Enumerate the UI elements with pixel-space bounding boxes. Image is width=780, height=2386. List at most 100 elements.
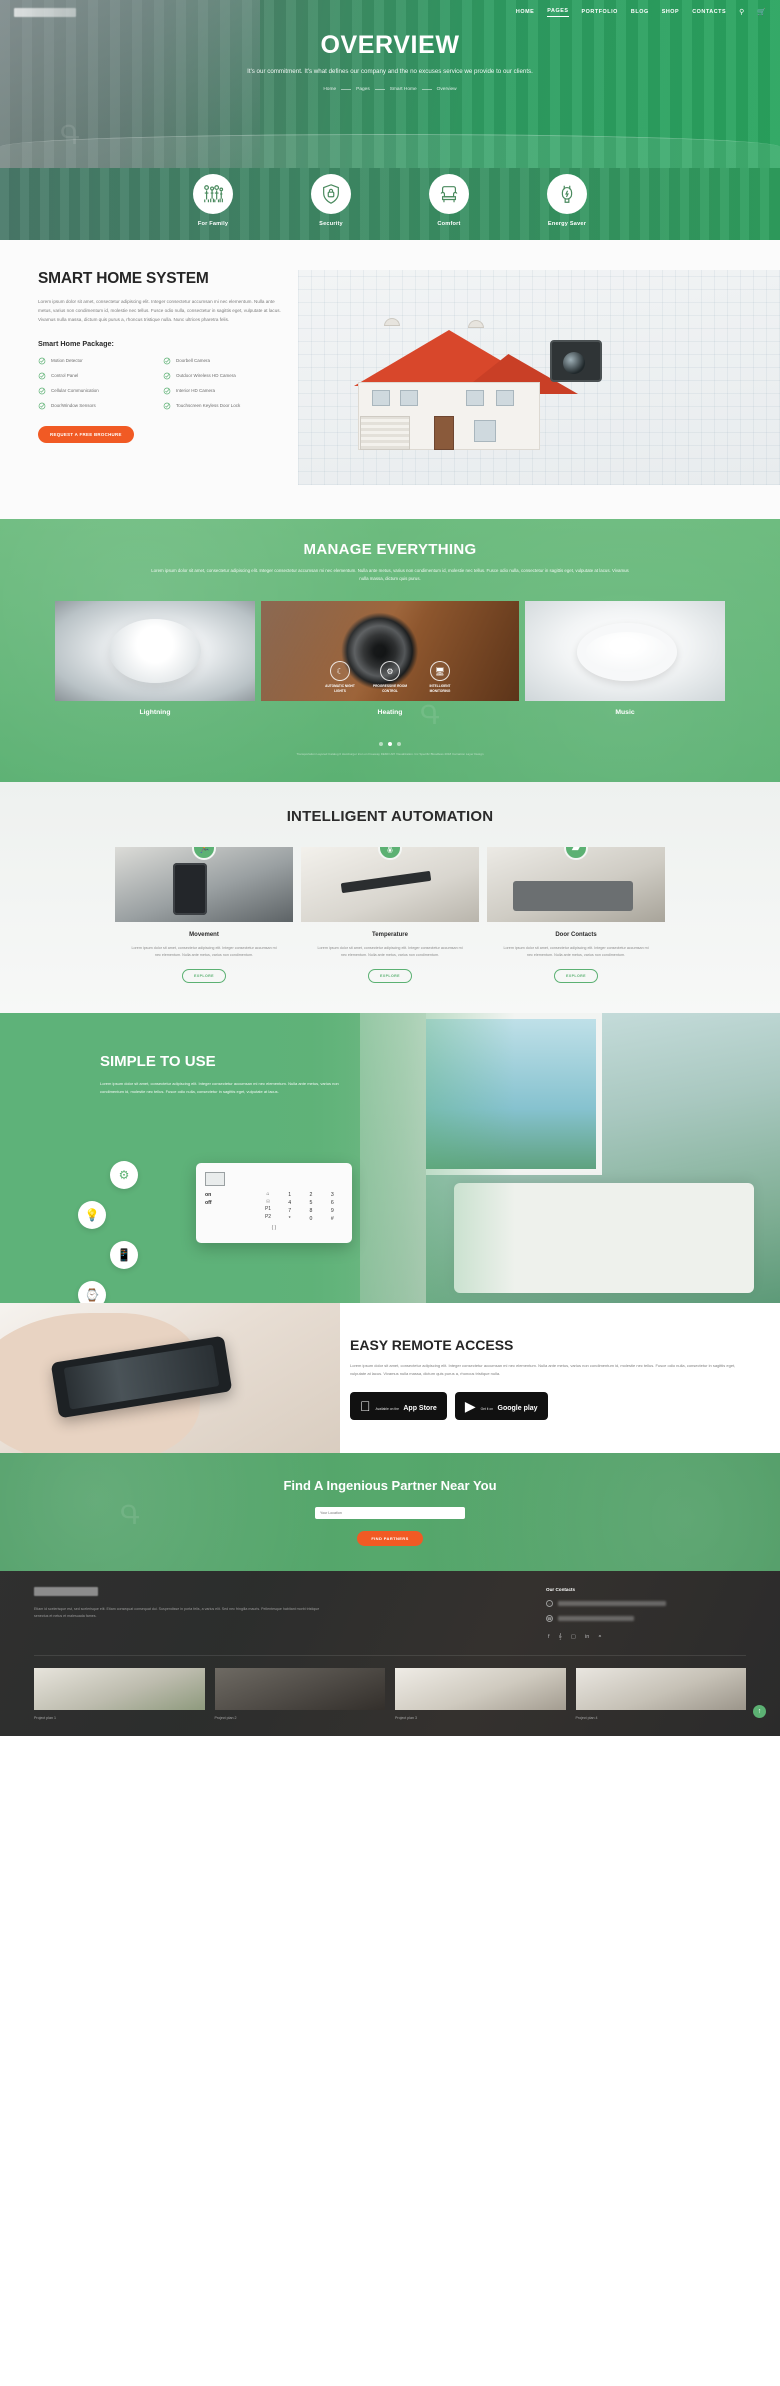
list-item: Outdoor Wireless HD Camera <box>163 372 288 380</box>
location-input[interactable] <box>320 1510 460 1515</box>
hero-subtitle: It's our commitment. It's what defines o… <box>247 68 533 75</box>
project-item[interactable]: Project plan 2 <box>214 1667 385 1720</box>
simple-to-use-section: SIMPLE TO USE Lorem ipsum dolor sit amet… <box>0 1012 780 1303</box>
manage-card-lightning[interactable]: Lightning <box>55 600 255 716</box>
card-image-music <box>525 600 725 701</box>
find-partners-button[interactable]: FIND PARTNERS <box>357 1530 423 1546</box>
location-field-wrap[interactable] <box>315 1506 465 1519</box>
keypad-on-label[interactable]: on <box>205 1191 257 1199</box>
project-caption: Project plan 2 <box>214 1715 237 1720</box>
heating-feature[interactable]: ⚙ PROGRESSIVE ROOM CONTROL <box>373 661 407 693</box>
heating-feature[interactable]: ☾ AUTOMATIC NIGHT LIGHTS <box>323 661 357 693</box>
footer-logo[interactable] <box>34 1586 98 1596</box>
keypad-key[interactable]: 8 <box>300 1207 321 1215</box>
manage-everything-section: MANAGE EVERYTHING Lorem ipsum dolor sit … <box>0 519 780 782</box>
keypad-shield-icon[interactable]: ☉ <box>257 1199 279 1207</box>
manage-card-heating[interactable]: ☾ AUTOMATIC NIGHT LIGHTS ⚙ PROGRESSIVE R… <box>261 600 519 716</box>
window <box>400 390 418 406</box>
card-image-door-contacts: ▰ <box>487 846 665 922</box>
heating-feature[interactable]: 🖥 INTELLIGENT MONITORING <box>423 661 457 693</box>
keypad-key[interactable]: 1 <box>279 1191 300 1199</box>
nav-item-portfolio[interactable]: PORTFOLIO <box>582 9 618 17</box>
check-circle-icon <box>163 387 171 395</box>
keypad-key[interactable]: 6 <box>322 1199 343 1207</box>
project-item[interactable]: Project plan 4 <box>575 1667 746 1720</box>
smartwatch-icon[interactable]: ⌚ <box>78 1280 106 1303</box>
nav-item-blog[interactable]: BLOG <box>631 9 649 17</box>
nav-item-contacts[interactable]: CONTACTS <box>692 9 726 17</box>
site-logo[interactable] <box>14 8 76 17</box>
instagram-icon[interactable]: ▢ <box>571 1634 576 1641</box>
keypad-key[interactable]: 3 <box>322 1191 343 1199</box>
feature-label: Security <box>319 221 343 227</box>
keypad-panel[interactable]: on off ⌂ ☉ P1 P2 1 2 3 4 5 6 7 8 9 * 0 #… <box>196 1162 352 1243</box>
store-big-label: Google play <box>487 1404 538 1412</box>
top-navigation-bar: HOME PAGES PORTFOLIO BLOG SHOP CONTACTS … <box>0 0 780 17</box>
facebook-icon[interactable]: f <box>548 1634 550 1641</box>
to-top-icon[interactable]: ↑ <box>753 1704 766 1718</box>
item-label: Control Panel <box>51 373 79 379</box>
check-circle-icon <box>38 357 46 365</box>
thermostat-icon[interactable]: ⚙ <box>110 1160 138 1189</box>
lightbulb-icon[interactable]: 💡 <box>78 1200 106 1229</box>
keypad-key[interactable]: 2 <box>300 1191 321 1199</box>
keypad-key[interactable]: 7 <box>279 1207 300 1215</box>
check-circle-icon <box>163 402 171 410</box>
google-play-button[interactable]: ▶ Get it on Google play <box>454 1391 548 1420</box>
store-big-label: App Store <box>392 1404 436 1412</box>
keypad-home-icon[interactable]: ⌂ <box>257 1191 279 1199</box>
keypad-off-label[interactable]: off <box>205 1199 257 1207</box>
card-title: Movement <box>189 931 219 938</box>
nav-item-pages[interactable]: PAGES <box>547 8 569 17</box>
smartphone-icon[interactable]: 📱 <box>110 1240 138 1269</box>
explore-button[interactable]: EXPLORE <box>368 968 412 983</box>
feature-for-family[interactable]: For Family <box>174 168 252 240</box>
manage-card-music[interactable]: Music <box>525 600 725 716</box>
headphones-graphic <box>577 622 677 681</box>
dial-icon: ⚙ <box>380 661 400 682</box>
search-icon[interactable]: ⚲ <box>739 9 744 16</box>
keypad-key[interactable]: 0 <box>300 1215 321 1223</box>
twitter-icon[interactable]: 𝄞 <box>559 1634 562 1641</box>
heating-feature-label: INTELLIGENT MONITORING <box>429 684 451 693</box>
feature-security[interactable]: Security <box>292 168 370 240</box>
rss-icon[interactable]: ◓ <box>598 1634 601 1641</box>
feature-energy-saver[interactable]: Energy Saver <box>528 168 606 240</box>
carousel-dot-active[interactable] <box>388 741 392 746</box>
device-bubbles: ⚙ 💡 📱 ⌚ <box>78 1160 138 1303</box>
card-title: Temperature <box>372 931 408 938</box>
keypad-p2[interactable]: P2 <box>257 1214 279 1222</box>
shield-lock-icon <box>311 174 351 214</box>
card-image-lightning <box>55 600 255 701</box>
request-brochure-button[interactable]: REQUEST A FREE BROCHURE <box>38 425 134 443</box>
keypad-key[interactable]: 5 <box>300 1199 321 1207</box>
door-sensor-icon: ▰ <box>564 846 588 860</box>
footer-about: Etiam id scelerisque est, sed scelerisqu… <box>34 1606 320 1618</box>
cart-icon[interactable]: 🛒 <box>757 9 766 16</box>
check-circle-icon <box>38 402 46 410</box>
explore-button[interactable]: EXPLORE <box>554 968 598 983</box>
linkedin-icon[interactable]: in <box>585 1634 589 1641</box>
keypad-key[interactable]: 9 <box>322 1207 343 1215</box>
nav-item-home[interactable]: HOME <box>516 9 534 17</box>
breadcrumb-smart-home[interactable]: Smart Home <box>390 87 417 92</box>
carousel-dot[interactable] <box>397 741 401 746</box>
heating-feature-label: AUTOMATIC NIGHT LIGHTS <box>325 684 355 693</box>
card-image-temperature: 🌡 <box>301 846 479 922</box>
breadcrumb-home[interactable]: Home <box>323 87 336 92</box>
automation-card-door-contacts: ▰ Door Contacts Lorem ipsum dolor sit am… <box>487 846 665 983</box>
nav-item-shop[interactable]: SHOP <box>662 9 679 17</box>
breadcrumb-pages[interactable]: Pages <box>356 87 370 92</box>
keypad-key[interactable]: * <box>279 1215 300 1223</box>
app-store-button[interactable]:  Available on the App Store <box>350 1391 447 1420</box>
keypad-key[interactable]: 4 <box>279 1199 300 1207</box>
keypad-key[interactable]: # <box>322 1215 343 1223</box>
feature-comfort[interactable]: Comfort <box>410 168 488 240</box>
card-body: Lorem ipsum dolor sit amet, consectetur … <box>503 945 649 957</box>
carousel-dot[interactable] <box>379 741 383 746</box>
keypad-p1[interactable]: P1 <box>257 1206 279 1214</box>
explore-button[interactable]: EXPLORE <box>182 968 226 983</box>
project-item[interactable]: Project plan 3 <box>395 1667 566 1720</box>
project-thumbnail <box>395 1667 566 1710</box>
project-item[interactable]: Project plan 1 <box>34 1667 205 1720</box>
